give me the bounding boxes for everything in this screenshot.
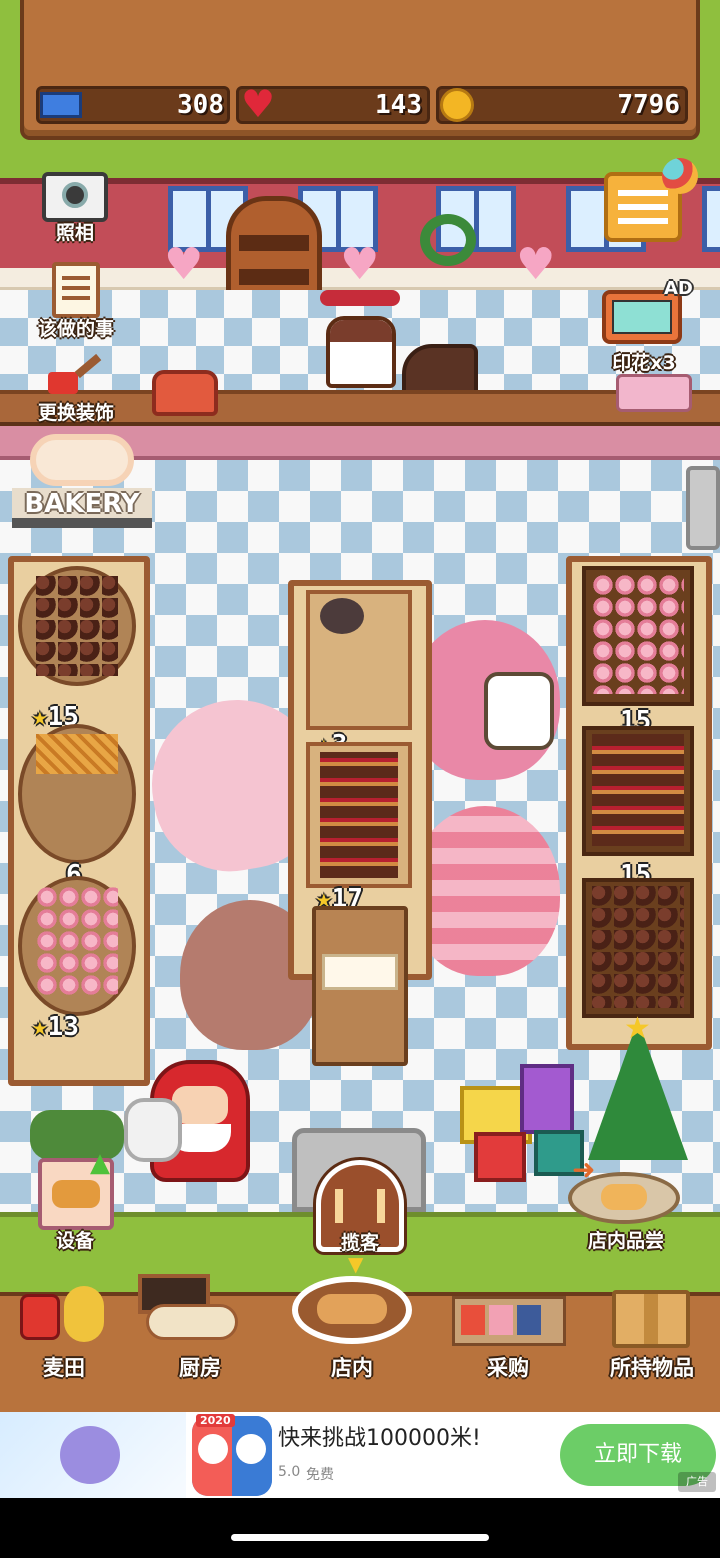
hanging-heart-decoration: ♥: [340, 239, 380, 290]
heart-rug: [410, 806, 560, 976]
hearts-value: 143: [375, 90, 422, 120]
nav-kitchen[interactable]: [138, 1274, 248, 1348]
telephone-icon[interactable]: [152, 370, 218, 416]
chevron-down-icon: ▼: [348, 1252, 364, 1276]
nav-shop[interactable]: [292, 1276, 412, 1344]
ad-year-badge: 2020: [196, 1414, 235, 1427]
ticket-icon: [40, 92, 82, 118]
stock-badge: ★13: [32, 1012, 79, 1042]
tickets-value: 308: [177, 90, 224, 120]
bread-icon: [52, 1180, 100, 1208]
photo-button[interactable]: [42, 172, 108, 222]
decorate-label: 更换装饰: [37, 402, 114, 424]
hanging-heart-decoration: ♥: [164, 239, 204, 290]
display-tray[interactable]: [306, 742, 412, 888]
photo-label: 照相: [55, 222, 94, 244]
display-tray[interactable]: [582, 878, 694, 1018]
decorate-button[interactable]: [48, 353, 104, 398]
todo-button[interactable]: [52, 262, 100, 318]
arrow-right-icon: ➜: [572, 1153, 596, 1186]
coin-icon: [440, 88, 474, 122]
nav-label-inventory: 所持物品: [610, 1356, 694, 1380]
star-icon: ★: [624, 1011, 651, 1046]
hanging-heart-decoration: ♥: [516, 239, 556, 290]
display-tray[interactable]: [582, 726, 694, 856]
nav-label-shop: 店内: [331, 1356, 373, 1380]
santa-sack: [124, 1098, 182, 1162]
dough-icon: [146, 1304, 238, 1340]
tasting-label: 店内品尝: [587, 1230, 664, 1252]
box-icon: [644, 1294, 658, 1344]
clerk-character[interactable]: [326, 316, 396, 388]
paint-brush-icon: [48, 372, 78, 394]
door-icon: [335, 1189, 385, 1223]
nav-label-kitchen: 厨房: [179, 1356, 221, 1380]
solicit-label: 揽客: [340, 1232, 379, 1254]
ad-app-icon[interactable]: [192, 1416, 272, 1496]
ad-title: 快来挑战100000米!: [278, 1426, 481, 1451]
equipment-label: 设备: [55, 1230, 94, 1252]
ad-badge: AD: [664, 278, 693, 299]
gift-box: [474, 1132, 526, 1182]
bakery-sign: BAKERY: [12, 488, 152, 528]
ad-tag: 广告: [678, 1472, 716, 1492]
display-tray[interactable]: [582, 566, 694, 706]
home-indicator[interactable]: [231, 1534, 489, 1541]
bow-decoration: [320, 290, 400, 306]
coins-value: 7796: [617, 90, 680, 120]
jars-decoration: [616, 374, 692, 412]
bread-sign-icon: [30, 434, 134, 486]
corn-icon: [64, 1286, 104, 1342]
upgrade-arrow-icon: ▲: [90, 1148, 110, 1178]
market-stall-icon: [461, 1305, 485, 1335]
nav-purchase[interactable]: [452, 1296, 566, 1346]
tv-icon: [612, 300, 672, 334]
display-tray[interactable]: [306, 590, 412, 730]
seed-bag-icon: [20, 1294, 60, 1340]
display-plate[interactable]: [18, 724, 136, 864]
ad-preview-image[interactable]: [0, 1412, 186, 1498]
display-plate[interactable]: [18, 566, 136, 686]
pastry-item: [320, 598, 364, 634]
stamp-label: 印花x3: [612, 352, 676, 374]
nav-label-purchase: 采购: [487, 1356, 529, 1380]
ad-rating: 5.0: [278, 1464, 301, 1480]
display-plate[interactable]: [18, 876, 136, 1016]
nav-inventory[interactable]: [612, 1290, 690, 1348]
wreath-decoration: [420, 214, 476, 266]
customer-character[interactable]: [484, 672, 554, 750]
bread-basket-icon: [317, 1294, 387, 1324]
balloons-icon: [662, 158, 698, 194]
pastry-icon: [601, 1184, 647, 1210]
heart-icon: ♥: [240, 82, 276, 126]
side-door: [686, 466, 720, 550]
ad-price: 免费: [306, 1467, 334, 1483]
gift-box: [520, 1064, 574, 1134]
window: [702, 186, 720, 252]
camera-icon: [62, 182, 88, 208]
nav-label-wheat: 麦田: [43, 1356, 85, 1380]
nav-wheat-field[interactable]: [20, 1284, 112, 1350]
todo-label: 该做的事: [37, 318, 114, 340]
cake-display[interactable]: [312, 906, 408, 1066]
